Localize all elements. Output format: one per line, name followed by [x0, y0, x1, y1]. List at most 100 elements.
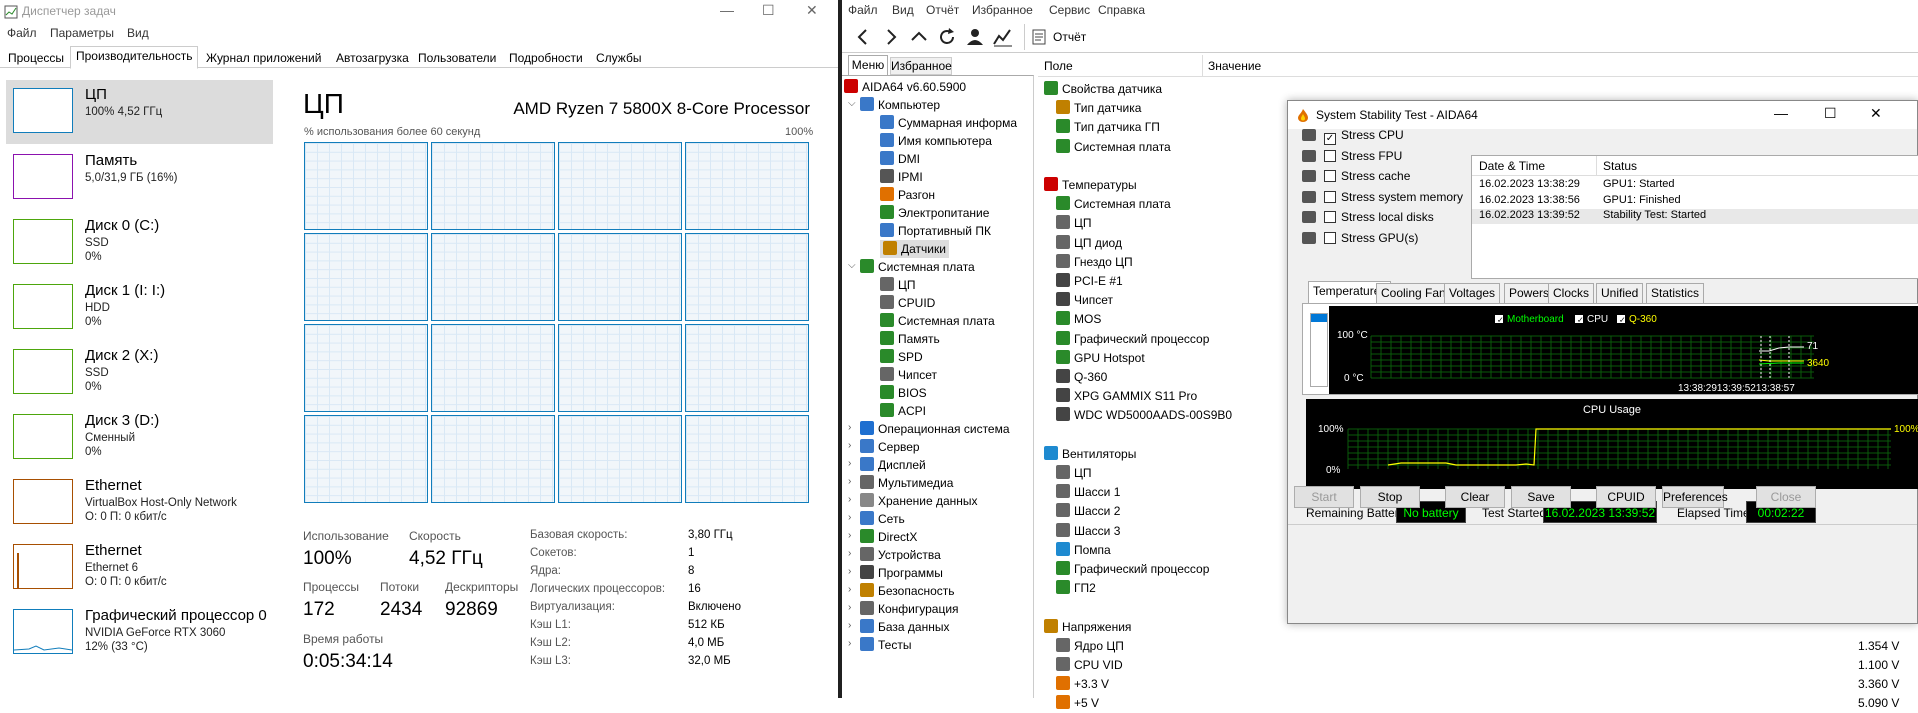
tab-app-history[interactable]: Журнал приложений [200, 48, 327, 68]
sidebar-item[interactable]: Диск 3 (D:) Сменный 0% [6, 406, 273, 470]
list-row[interactable]: Тип датчика ГП [1056, 118, 1160, 137]
list-group[interactable]: Свойства датчика [1044, 80, 1162, 99]
expand-icon[interactable]: › [848, 620, 851, 631]
tree-item[interactable]: Системная плата [880, 312, 995, 330]
stress-option[interactable]: Stress GPU(s) [1302, 228, 1418, 248]
tree-item[interactable]: Сервер [860, 438, 920, 456]
tree-item[interactable]: Дисплей [860, 456, 926, 474]
tree-item[interactable]: Память [880, 330, 940, 348]
expand-icon[interactable]: › [848, 566, 851, 577]
report-button[interactable]: Отчёт [1053, 30, 1086, 44]
tab-performance[interactable]: Производительность [70, 46, 199, 69]
list-row[interactable]: ЦП [1056, 214, 1092, 233]
stress-option[interactable]: ✓ Stress CPU [1302, 125, 1404, 145]
close-icon[interactable]: ✕ [806, 2, 818, 19]
tab-services[interactable]: Службы [590, 48, 647, 68]
sst-tab-powers[interactable]: Powers [1504, 283, 1555, 303]
maximize-icon[interactable]: ☐ [762, 2, 775, 19]
log-col-status[interactable]: Status [1603, 159, 1637, 173]
tree-item[interactable]: Мультимедиа [860, 474, 953, 492]
sidebar-item[interactable]: Память 5,0/31,9 ГБ (16%) [6, 146, 273, 210]
stop-button[interactable]: Stop [1360, 486, 1420, 508]
tree-item[interactable]: DMI [880, 150, 920, 168]
list-row[interactable]: WDC WD5000AADS-00S9B0 [1056, 406, 1232, 425]
aida-menu-view[interactable]: Вид [892, 3, 914, 17]
tree-item[interactable]: BIOS [880, 384, 927, 402]
expand-icon[interactable]: › [848, 458, 851, 469]
list-group[interactable]: Напряжения [1044, 618, 1131, 637]
list-row[interactable]: +3.3 V [1056, 675, 1109, 694]
list-row[interactable]: PCI-E #1 [1056, 272, 1123, 291]
list-row[interactable]: MOS [1056, 310, 1101, 329]
forward-icon[interactable] [880, 26, 902, 48]
tree-item[interactable]: CPUID [880, 294, 935, 312]
sidebar-item[interactable]: Ethernet Ethernet 6 О: 0 П: 0 кбит/с [6, 536, 273, 600]
aida-menu-help[interactable]: Справка [1098, 3, 1145, 17]
sst-tab-voltages[interactable]: Voltages [1444, 283, 1501, 303]
back-icon[interactable] [852, 26, 874, 48]
tree-item[interactable]: Разгон [880, 186, 935, 204]
list-row[interactable]: +5 V [1056, 694, 1099, 713]
list-row[interactable]: Системная плата [1056, 138, 1171, 157]
tree-item[interactable]: Программы [860, 564, 943, 582]
sst-tab-clocks[interactable]: Clocks [1548, 283, 1595, 303]
aida-menu-favorites[interactable]: Избранное [972, 3, 1033, 17]
stress-checkbox[interactable] [1324, 149, 1336, 162]
list-row[interactable]: ЦП [1056, 464, 1092, 483]
tree-item[interactable]: Чипсет [880, 366, 937, 384]
expand-icon[interactable]: › [848, 476, 851, 487]
stress-checkbox[interactable]: ✓ [1324, 133, 1336, 145]
col-field[interactable]: Поле [1044, 59, 1073, 73]
tree-item[interactable]: ACPI [880, 402, 926, 420]
tab-processes[interactable]: Процессы [2, 48, 70, 68]
tree-item[interactable]: Безопасность [860, 582, 955, 600]
sidebar-item[interactable]: Графический процессор 0 NVIDIA GeForce RT… [6, 601, 273, 665]
sst-maximize-icon[interactable]: ☐ [1824, 105, 1837, 122]
log-col-datetime[interactable]: Date & Time [1479, 159, 1545, 173]
tree-item[interactable]: Датчики [880, 240, 949, 258]
list-row[interactable]: Q-360 [1056, 368, 1107, 387]
list-row[interactable]: Чипсет [1056, 291, 1113, 310]
tab-details[interactable]: Подробности [503, 48, 589, 68]
aida-menu-service[interactable]: Сервис [1049, 3, 1090, 17]
tree-item[interactable]: Суммарная информа [880, 114, 1017, 132]
list-row[interactable]: Помпа [1056, 541, 1111, 560]
list-row[interactable]: CPU VID [1056, 656, 1123, 675]
list-row[interactable]: XPG GAMMIX S11 Pro [1056, 387, 1197, 406]
list-row[interactable]: Гнездо ЦП [1056, 253, 1133, 272]
expand-icon[interactable]: › [848, 530, 851, 541]
list-row[interactable]: Графический процессор [1056, 330, 1209, 349]
sst-tab-unified[interactable]: Unified [1596, 283, 1644, 303]
tab-users[interactable]: Пользователи [412, 48, 502, 68]
tree-item[interactable]: Системная плата [860, 258, 975, 276]
tab-startup[interactable]: Автозагрузка [330, 48, 415, 68]
expand-icon[interactable]: › [848, 602, 851, 613]
tree-item[interactable]: Тесты [860, 636, 911, 654]
clear-button[interactable]: Clear [1445, 486, 1505, 508]
tree-item[interactable]: SPD [880, 348, 923, 366]
list-row[interactable]: Графический процессор [1056, 560, 1209, 579]
up-icon[interactable] [908, 26, 930, 48]
aida-menu-file[interactable]: Файл [848, 3, 878, 17]
stress-option[interactable]: Stress cache [1302, 166, 1410, 186]
expand-icon[interactable]: › [848, 584, 851, 595]
close-button[interactable]: Close [1756, 486, 1816, 508]
sst-close-icon[interactable]: ✕ [1870, 105, 1882, 122]
list-row[interactable]: Ядро ЦП [1056, 637, 1124, 656]
expand-icon[interactable]: › [848, 440, 851, 451]
menu-options[interactable]: Параметры [50, 26, 114, 40]
tree-item[interactable]: DirectX [860, 528, 917, 546]
expand-icon[interactable]: › [848, 422, 851, 433]
list-row[interactable]: Шасси 2 [1056, 502, 1120, 521]
stress-checkbox[interactable] [1324, 170, 1336, 182]
tree-item[interactable]: Имя компьютера [880, 132, 992, 150]
collapse-icon[interactable]: ⌵ [848, 260, 856, 271]
tree-item[interactable]: ЦП [880, 276, 916, 294]
list-row[interactable]: Шасси 1 [1056, 483, 1120, 502]
tree-item[interactable]: AIDA64 v6.60.5900 [844, 78, 966, 96]
log-row[interactable]: 16.02.2023 13:38:29 GPU1: Started [1472, 178, 1918, 193]
tree-item[interactable]: Компьютер [860, 96, 940, 114]
list-group[interactable]: Вентиляторы [1044, 445, 1136, 464]
stress-checkbox[interactable] [1324, 190, 1336, 203]
expand-icon[interactable]: › [848, 494, 851, 505]
